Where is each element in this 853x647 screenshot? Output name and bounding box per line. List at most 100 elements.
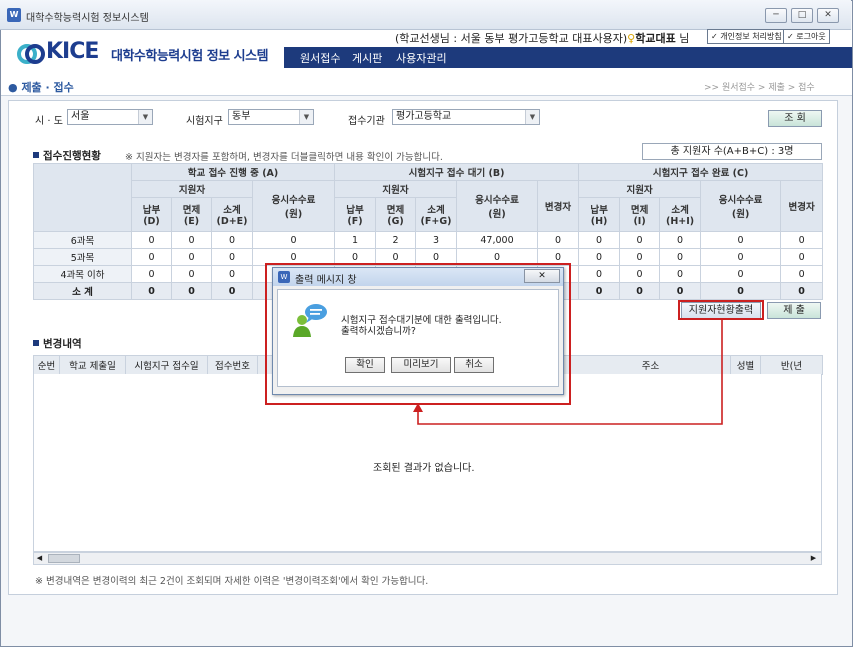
row-label: 5과목 <box>33 248 132 266</box>
table-cell: 0 <box>780 248 824 266</box>
preview-button[interactable]: 미리보기 <box>391 357 451 373</box>
district-select[interactable]: 동부 ▼ <box>228 109 314 125</box>
col-header: 면제 (E) <box>171 197 212 232</box>
status-note: ※ 지원자는 변경자를 포함하며, 변경자를 더블클릭하면 내용 확인이 가능합… <box>125 152 443 163</box>
logout-button[interactable]: ✓ 로그아웃 <box>783 29 830 44</box>
col-header: 납부 (D) <box>131 197 172 232</box>
status-section-title: 접수진행현황 <box>33 148 101 163</box>
table-cell: 0 <box>171 282 212 300</box>
table-cell: 0 <box>211 248 253 266</box>
sido-select[interactable]: 서울 ▼ <box>67 109 153 125</box>
applicant-header-c: 지원자 <box>578 180 702 198</box>
group-header-a: 학교 접수 진행 중 (A) <box>130 163 336 181</box>
table-cell: 0 <box>700 248 782 266</box>
table-cell: 0 <box>537 231 580 249</box>
agency-select[interactable]: 평가고등학교 ▼ <box>392 109 540 125</box>
title-bar[interactable]: W 대학수학능력시험 정보시스템 ─ □ ✕ <box>0 0 851 30</box>
logo-text: KICE <box>46 39 99 64</box>
table-cell: 0 <box>578 231 621 249</box>
table-cell: 0 <box>131 231 172 249</box>
confirm-button[interactable]: 확인 <box>345 357 385 373</box>
row-label: 소 계 <box>33 282 132 300</box>
col-header: 납부 (H) <box>578 197 621 232</box>
table-cell: 0 <box>619 265 661 283</box>
window-title: 대학수학능력시험 정보시스템 <box>26 13 149 24</box>
table-row[interactable]: 6과목 0 0 0 0 1 2 3 47,000 0 0 0 0 0 0 <box>33 231 824 249</box>
horizontal-scrollbar[interactable]: ◀ ▶ <box>33 552 822 565</box>
table-cell: 0 <box>578 282 621 300</box>
chevron-down-icon: ▼ <box>299 110 313 124</box>
group-header-c: 시험지구 접수 완료 (C) <box>578 163 824 181</box>
nav-item-user-management[interactable]: 사용자관리 <box>396 50 447 66</box>
submit-button[interactable]: 제 출 <box>767 302 821 319</box>
dialog-title: 출력 메시지 창 <box>295 275 357 286</box>
user-role: 학교대표 <box>635 32 676 45</box>
table-cell: 0 <box>171 248 212 266</box>
column-header[interactable]: 성별 <box>730 355 761 375</box>
applicant-header-b: 지원자 <box>334 180 458 198</box>
table-cell: 0 <box>171 231 212 249</box>
logout-label: 로그아웃 <box>796 32 826 41</box>
search-button[interactable]: 조 회 <box>768 110 822 127</box>
scroll-left-icon[interactable]: ◀ <box>35 554 44 563</box>
table-cell: 0 <box>700 265 782 283</box>
col-header: 면제 (I) <box>619 197 661 232</box>
agency-value: 평가고등학교 <box>396 111 452 122</box>
minimize-button[interactable]: ─ <box>765 8 787 23</box>
fee-header-a: 응시수수료 (원) <box>251 180 336 232</box>
applicant-header-a: 지원자 <box>131 180 253 198</box>
user-info-text: (학교선생님 : 서울 동부 평가고등학교 대표사용자) <box>395 32 628 45</box>
table-cell: 0 <box>780 231 824 249</box>
row-label: 6과목 <box>33 231 132 249</box>
sido-label: 시 · 도 <box>35 116 63 127</box>
user-info: (학교선생님 : 서울 동부 평가고등학교 대표사용자)♀학교대표 님 <box>395 30 689 46</box>
dialog-message: 시험지구 접수대기분에 대한 출력입니다. 출력하시겠습니까? <box>341 315 502 337</box>
page-title: ● 제출 · 접수 <box>8 81 74 94</box>
bullet-icon <box>33 152 39 158</box>
col-header: 납부 (F) <box>334 197 377 232</box>
column-header[interactable]: 시험지구 접수일 <box>125 355 208 375</box>
close-button[interactable]: ✕ <box>817 8 839 23</box>
dialog-app-icon: W <box>278 271 290 283</box>
maximize-button[interactable]: □ <box>791 8 813 23</box>
changes-footnote: ※ 변경내역은 변경이력의 최근 2건이 조회되며 자세한 이력은 '변경이력조… <box>35 576 429 587</box>
cancel-button[interactable]: 취소 <box>454 357 494 373</box>
scroll-right-icon[interactable]: ▶ <box>809 554 818 563</box>
scroll-thumb[interactable] <box>48 554 80 563</box>
page-title-text: 제출 · 접수 <box>21 81 74 94</box>
privacy-policy-button[interactable]: ✓ 개인정보 처리방침 <box>707 29 786 44</box>
column-header[interactable]: 접수번호 <box>207 355 258 375</box>
table-cell: 0 <box>131 248 172 266</box>
privacy-policy-label: 개인정보 처리방침 <box>720 32 782 41</box>
column-header[interactable]: 학교 제출일 <box>59 355 126 375</box>
column-header[interactable]: 반(년 <box>760 355 823 375</box>
dialog-message-line1: 시험지구 접수대기분에 대한 출력입니다. <box>341 315 502 326</box>
fee-header-c: 응시수수료 (원) <box>700 180 782 232</box>
column-header[interactable]: 주소 <box>570 355 731 375</box>
table-cell: 0 <box>659 265 702 283</box>
col-header: 소계 (D+E) <box>211 197 253 232</box>
group-header-b: 시험지구 접수 대기 (B) <box>334 163 580 181</box>
changes-section-title: 변경내역 <box>33 336 82 351</box>
dialog-close-button[interactable]: ✕ <box>524 269 560 283</box>
kice-logo-icon <box>17 44 45 64</box>
status-title-text: 접수진행현황 <box>43 150 101 162</box>
total-applicants: 총 지원자 수(A+B+C) : 3명 <box>642 143 822 160</box>
nav-item-application[interactable]: 원서접수 <box>300 50 340 66</box>
table-cell: 0 <box>251 231 336 249</box>
col-header: 소계 (F+G) <box>415 197 458 232</box>
highlight-box <box>678 300 764 320</box>
table-cell: 0 <box>211 282 253 300</box>
table-cell: 0 <box>659 231 702 249</box>
column-header[interactable]: 순번 <box>33 355 60 375</box>
nav-item-board[interactable]: 게시판 <box>352 50 382 66</box>
fee-header-b: 응시수수료 (원) <box>456 180 539 232</box>
col-header: 소계 (H+I) <box>659 197 702 232</box>
col-header: 면제 (G) <box>375 197 417 232</box>
chevron-down-icon: ▼ <box>525 110 539 124</box>
row-label: 4과목 이하 <box>33 265 132 283</box>
changed-header-b: 변경자 <box>537 180 580 232</box>
table-cell: 0 <box>780 282 824 300</box>
table-cell: 0 <box>578 265 621 283</box>
table-cell: 0 <box>131 265 172 283</box>
